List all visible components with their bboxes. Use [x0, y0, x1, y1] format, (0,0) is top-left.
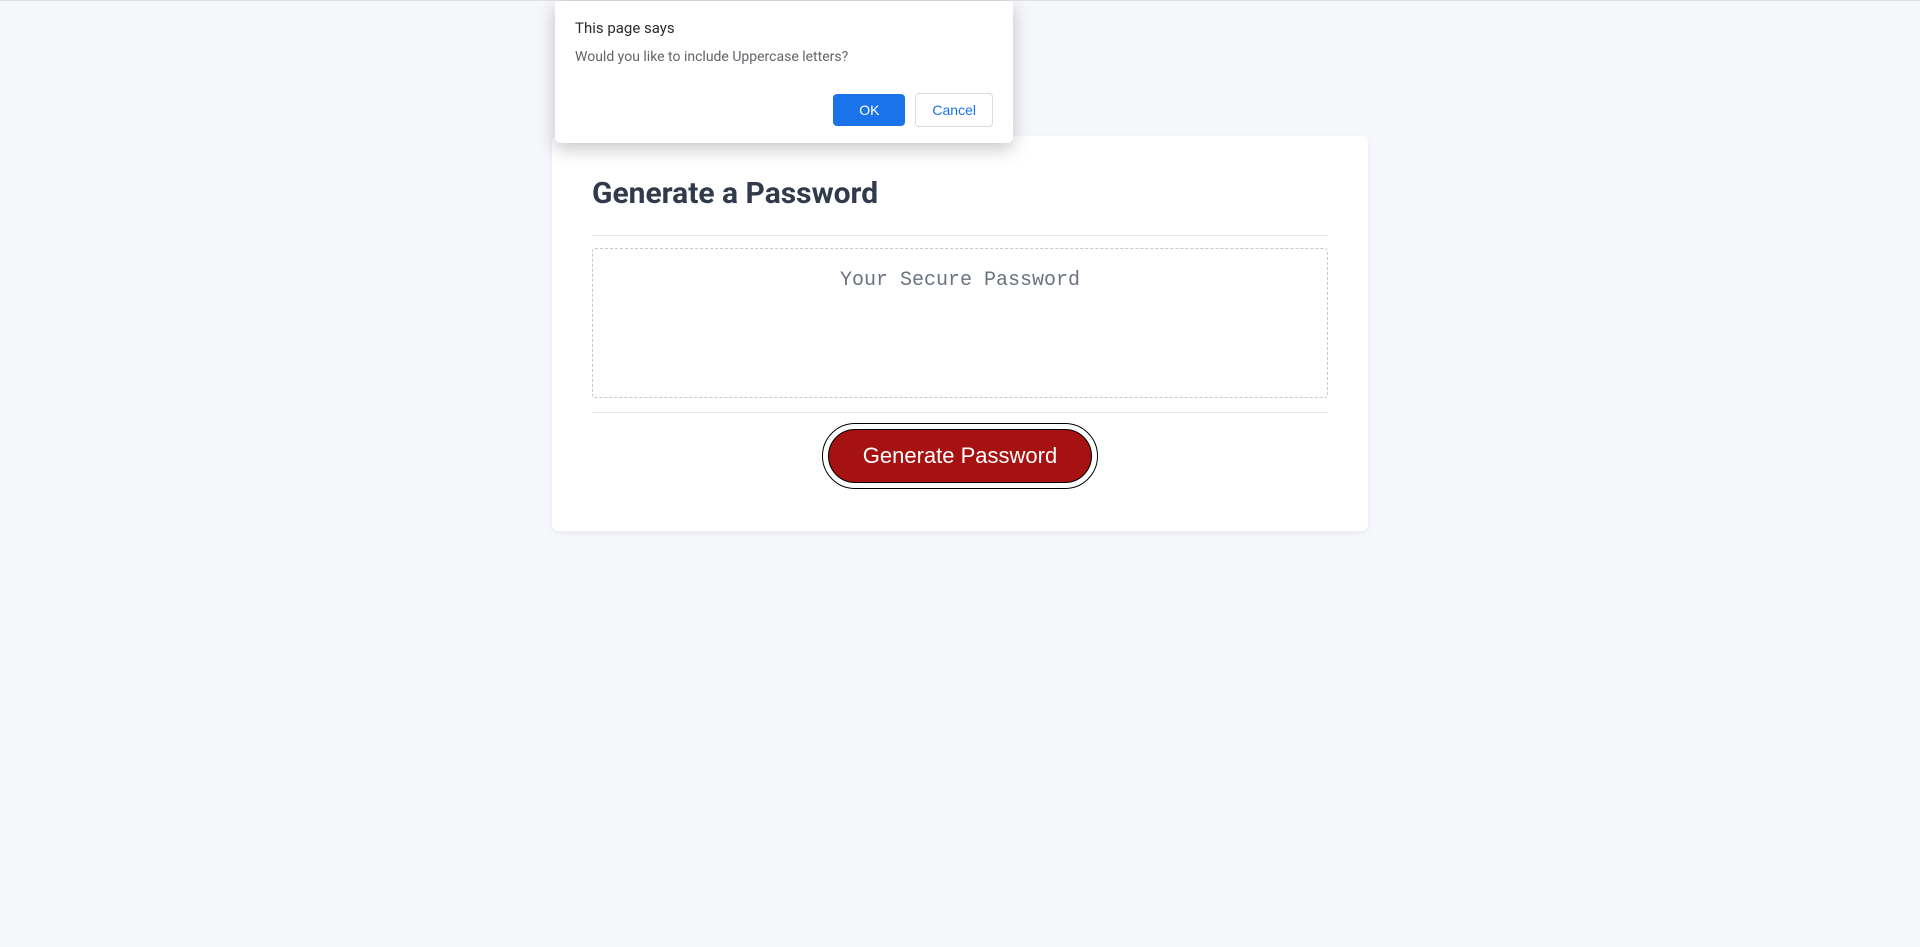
password-generator-card: Generate a Password Your Secure Password…	[552, 136, 1368, 531]
dialog-button-row: OK Cancel	[575, 93, 993, 127]
divider-top	[592, 235, 1328, 236]
dialog-message: Would you like to include Uppercase lett…	[575, 49, 993, 65]
generate-password-button[interactable]: Generate Password	[828, 429, 1092, 483]
dialog-ok-button[interactable]: OK	[833, 94, 905, 126]
dialog-title: This page says	[575, 19, 993, 37]
generate-button-wrap: Generate Password	[592, 429, 1328, 483]
password-display-area: Your Secure Password	[592, 248, 1328, 398]
card-title: Generate a Password	[592, 176, 1328, 211]
divider-bottom	[592, 412, 1328, 413]
dialog-cancel-button[interactable]: Cancel	[915, 93, 993, 127]
confirm-dialog: This page says Would you like to include…	[555, 1, 1013, 143]
